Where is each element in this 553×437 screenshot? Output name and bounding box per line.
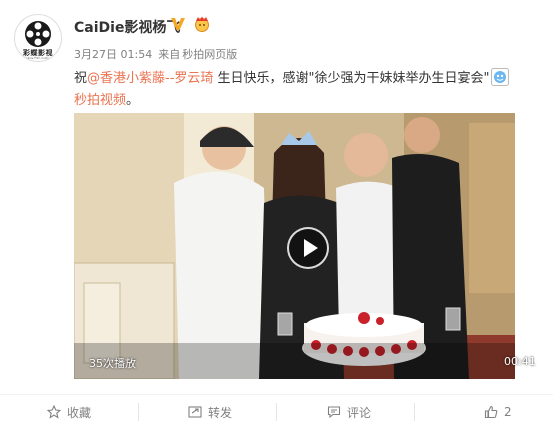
mention-link[interactable]: @香港小紫藤--罗云琦: [87, 71, 213, 86]
comment-button[interactable]: 评论: [327, 395, 371, 429]
like-count: 2: [504, 405, 512, 419]
repost-label: 转发: [208, 405, 233, 420]
video-views: 35次播放: [89, 357, 136, 370]
video-duration: 00:41: [504, 355, 536, 368]
text-middle: 生日快乐，感谢"徐少强为干妹妹举办生日宴会": [213, 71, 490, 86]
film-reel-icon: [25, 21, 51, 47]
action-divider: [138, 403, 139, 421]
action-divider: [414, 403, 415, 421]
action-divider: [276, 403, 277, 421]
action-bar: 收藏 转发 评论 2: [0, 394, 553, 437]
video-link-icon[interactable]: [490, 68, 509, 86]
post-text: 祝@香港小紫藤--罗云琦 生日快乐，感谢"徐少强为干妹妹举办生日宴会" 秒拍视频…: [74, 68, 544, 112]
comment-icon: [327, 406, 341, 419]
thumbs-up-icon: [484, 405, 498, 419]
repost-icon: [188, 406, 202, 418]
avatar[interactable]: 彩蝶影视 CaiDie Film Culture: [14, 14, 62, 62]
repost-button[interactable]: 转发: [188, 395, 232, 429]
verified-icon[interactable]: [170, 17, 186, 31]
username[interactable]: CaiDie影视杨飞: [74, 17, 180, 37]
post-meta: 3月27日 01:54 来自 秒拍网页版: [74, 46, 237, 62]
play-icon[interactable]: [287, 227, 329, 269]
text-suffix: 。: [126, 93, 140, 108]
source-prefix: 来自: [158, 48, 181, 61]
post-source[interactable]: 秒拍网页版: [182, 48, 237, 61]
text-prefix: 祝: [74, 71, 88, 86]
comment-label: 评论: [347, 405, 372, 420]
favorite-label: 收藏: [67, 405, 92, 420]
post-time[interactable]: 3月27日 01:54: [74, 48, 152, 61]
avatar-subbrand-text: CaiDie Film Culture: [23, 56, 53, 60]
like-button[interactable]: 2: [484, 395, 512, 429]
video-link[interactable]: 秒拍视频: [74, 93, 126, 108]
star-icon: [47, 405, 61, 419]
gold-member-icon[interactable]: [193, 16, 211, 32]
favorite-button[interactable]: 收藏: [47, 395, 91, 429]
